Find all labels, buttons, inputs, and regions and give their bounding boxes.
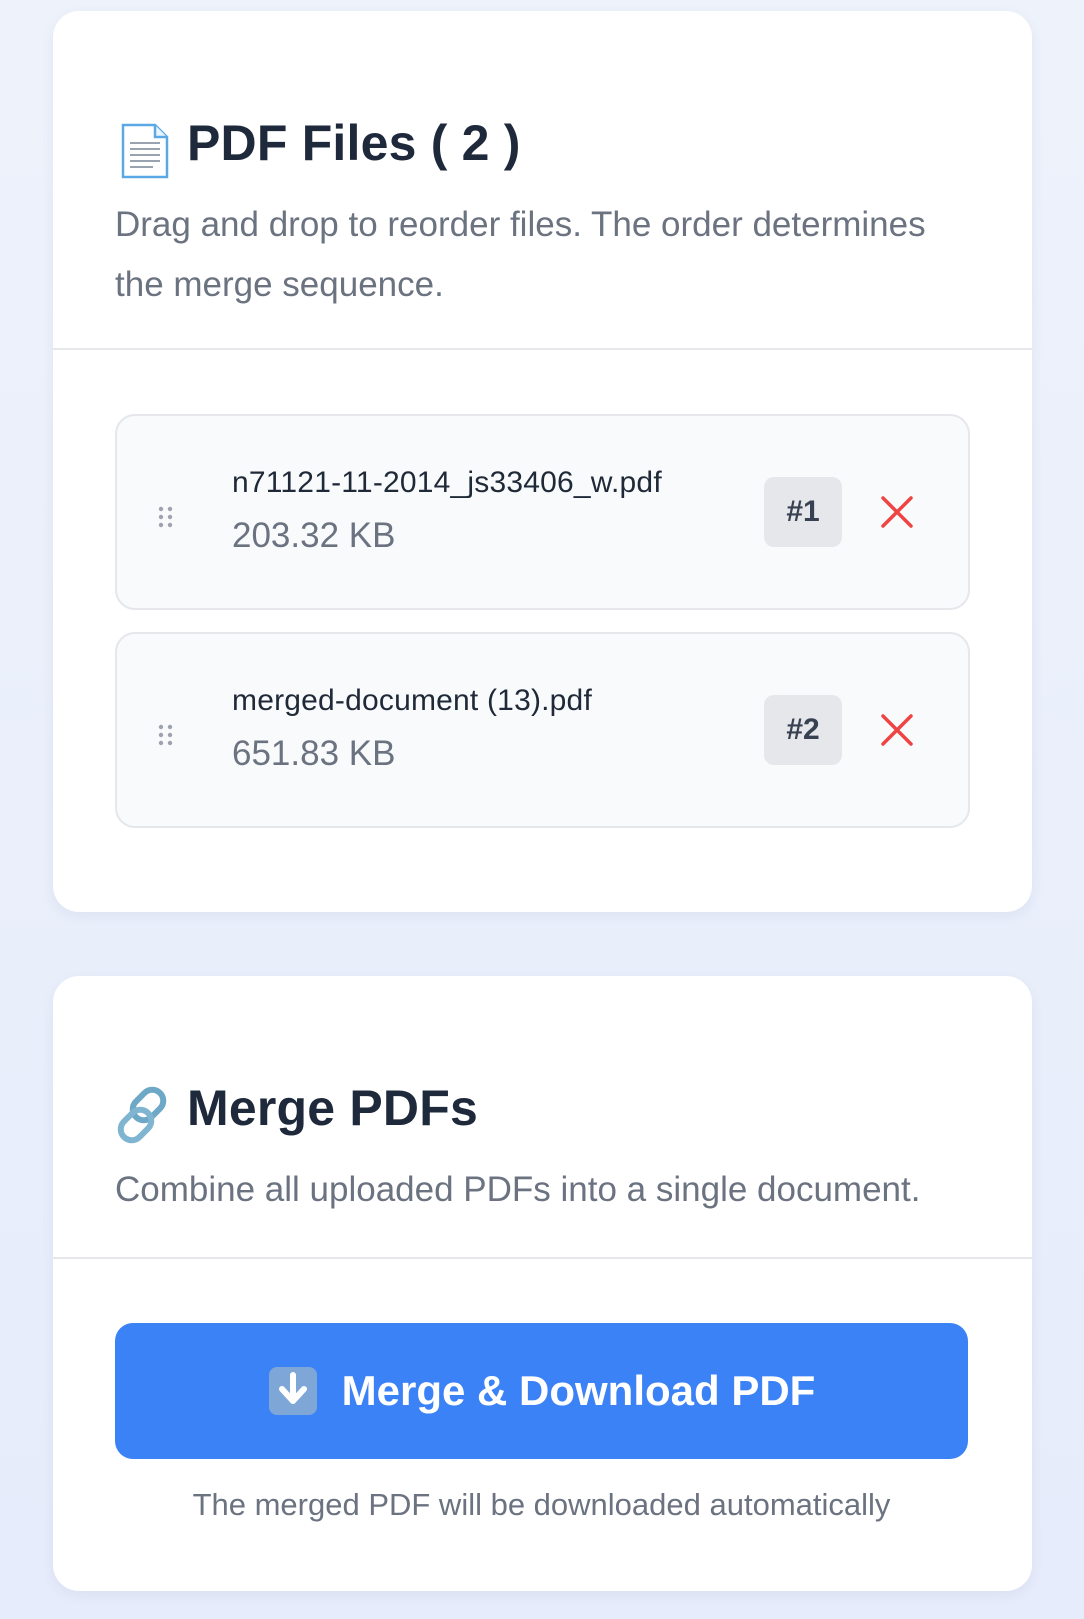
file-name: n71121-11-2014_js33406_w.pdf [232,466,662,499]
order-badge: #1 [764,477,842,547]
remove-file-button[interactable] [879,712,915,748]
file-size: 203.32 KB [232,516,396,555]
file-name: merged-document (13).pdf [232,684,592,717]
file-size: 651.83 KB [232,734,396,773]
page-document-icon [121,123,169,179]
download-arrow-icon [268,1367,317,1415]
merge-body: Merge & Download PDF The merged PDF will… [53,1259,1032,1523]
link-icon [117,1086,167,1144]
merge-title-row: Merge PDFs [115,1062,970,1144]
pdf-files-title: PDF Files ( 2 ) [187,113,521,173]
file-item[interactable]: merged-document (13).pdf 651.83 KB #2 [115,632,970,828]
merge-subtitle: Combine all uploaded PDFs into a single … [115,1170,921,1209]
order-badge: #2 [764,695,842,765]
pdf-files-subtitle: Drag and drop to reorder files. The orde… [115,205,926,304]
pdf-files-title-row: PDF Files ( 2 ) [115,97,970,179]
pdf-files-card: PDF Files ( 2 ) Drag and drop to reorder… [53,11,1032,912]
merge-download-button[interactable]: Merge & Download PDF [115,1323,968,1459]
remove-file-button[interactable] [879,494,915,530]
merge-hint: The merged PDF will be downloaded automa… [192,1487,891,1522]
merge-title: Merge PDFs [187,1080,478,1136]
drag-handle-icon[interactable] [157,724,175,746]
pdf-files-count: ( 2 ) [430,115,521,171]
merge-pdfs-card: Merge PDFs Combine all uploaded PDFs int… [53,976,1032,1591]
pdf-files-title-text: PDF Files [187,115,417,171]
merge-pdfs-header: Merge PDFs Combine all uploaded PDFs int… [53,976,1032,1259]
drag-handle-icon[interactable] [157,506,175,528]
file-item[interactable]: n71121-11-2014_js33406_w.pdf 203.32 KB #… [115,414,970,610]
pdf-files-header: PDF Files ( 2 ) Drag and drop to reorder… [53,11,1032,350]
file-list: n71121-11-2014_js33406_w.pdf 203.32 KB #… [53,350,1032,828]
merge-download-label: Merge & Download PDF [341,1367,816,1414]
